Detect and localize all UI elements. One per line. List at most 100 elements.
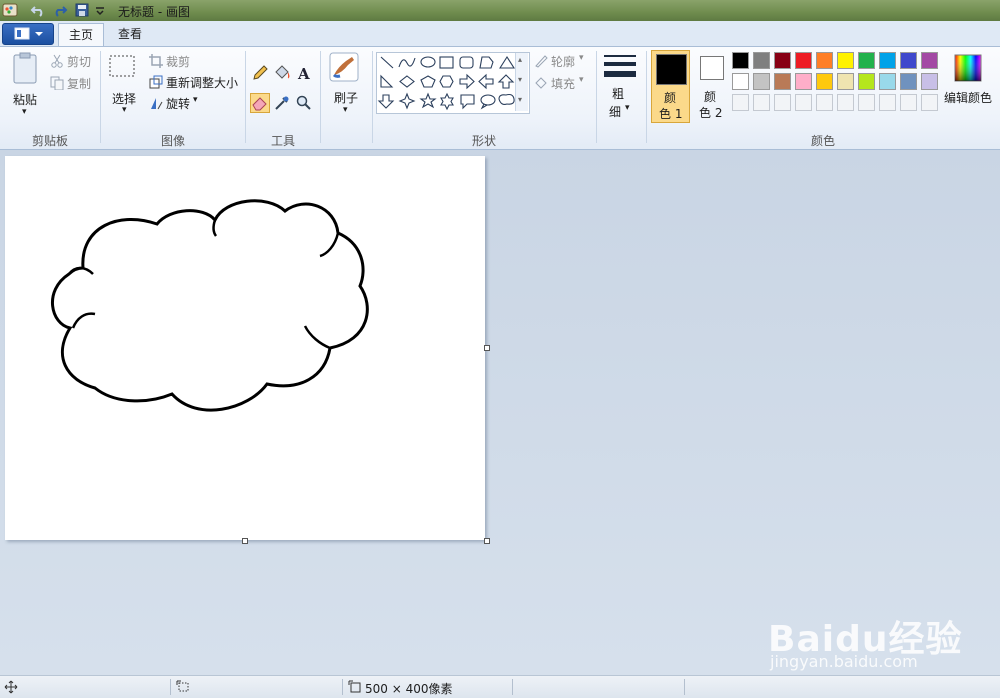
paste-label: 粘贴 xyxy=(13,93,38,107)
palette-empty-swatch[interactable] xyxy=(837,94,854,111)
palette-swatch[interactable] xyxy=(774,52,791,69)
color-palette xyxy=(732,52,944,116)
tab-view[interactable]: 查看 xyxy=(108,23,152,45)
shapes-gallery[interactable] xyxy=(376,52,530,114)
paint-app-icon[interactable] xyxy=(2,2,18,18)
size-button[interactable]: 粗 细 ▾ xyxy=(600,51,642,123)
palette-empty-swatch[interactable] xyxy=(795,94,812,111)
color-spectrum-icon xyxy=(954,54,982,82)
palette-swatch[interactable] xyxy=(837,73,854,90)
palette-swatch[interactable] xyxy=(921,52,938,69)
palette-swatch[interactable] xyxy=(879,52,896,69)
magnifier-tool[interactable] xyxy=(294,93,314,113)
eraser-tool[interactable] xyxy=(250,93,270,113)
eraser-icon xyxy=(252,97,267,111)
palette-swatch[interactable] xyxy=(837,52,854,69)
palette-empty-swatch[interactable] xyxy=(774,94,791,111)
colors-group-label: 颜色 xyxy=(810,134,835,148)
palette-swatch[interactable] xyxy=(900,52,917,69)
brushes-label: 刷子 xyxy=(334,91,359,105)
color-picker-tool[interactable] xyxy=(272,93,292,113)
palette-swatch[interactable] xyxy=(732,73,749,90)
color2-button[interactable]: 颜 色 2 xyxy=(692,50,730,123)
selection-size-icon xyxy=(176,680,189,692)
palette-empty-swatch[interactable] xyxy=(858,94,875,111)
palette-empty-swatch[interactable] xyxy=(921,94,938,111)
chevron-down-icon: ▾ xyxy=(122,105,127,115)
chevron-down-icon: ▾ xyxy=(22,107,27,117)
scroll-down-icon[interactable]: ▾ xyxy=(518,75,522,84)
select-button[interactable]: 选择 ▾ xyxy=(107,53,143,119)
resize-button[interactable]: 重新调整大小 xyxy=(149,74,241,90)
text-tool[interactable]: A xyxy=(294,63,314,83)
resize-handle-right[interactable] xyxy=(484,345,490,351)
palette-empty-swatch[interactable] xyxy=(879,94,896,111)
ribbon: 粘贴 ▾ 剪切 复制 剪贴板 选择 ▾ 裁剪 重新调整大小 旋转 ▾ 图像 A … xyxy=(0,47,1000,150)
crop-button[interactable]: 裁剪 xyxy=(149,53,239,69)
color1-button[interactable]: 颜 色 1 xyxy=(651,50,690,123)
brush-icon xyxy=(329,52,359,82)
ribbon-divider xyxy=(646,51,647,143)
workspace xyxy=(0,150,1000,675)
file-menu-button[interactable] xyxy=(2,23,54,45)
resize-handle-corner[interactable] xyxy=(484,538,490,544)
copy-label: 复制 xyxy=(67,77,92,91)
outline-button[interactable]: 轮廓 ▾ xyxy=(533,53,593,69)
redo-icon[interactable] xyxy=(52,2,68,18)
palette-swatch[interactable] xyxy=(816,73,833,90)
select-rect-icon xyxy=(109,55,135,77)
scroll-up-icon[interactable]: ▴ xyxy=(518,55,522,64)
palette-swatch[interactable] xyxy=(795,73,812,90)
outline-label: 轮廓 xyxy=(551,55,576,69)
ribbon-tab-row: 主页 查看 xyxy=(0,21,1000,47)
drawing-canvas[interactable] xyxy=(5,156,485,540)
color1-swatch xyxy=(656,54,687,85)
fill-tool[interactable] xyxy=(272,63,292,83)
copy-icon xyxy=(50,76,64,90)
fill-bucket-icon xyxy=(535,77,547,89)
cut-button[interactable]: 剪切 xyxy=(50,53,98,69)
clipboard-group: 粘贴 ▾ 剪切 复制 剪贴板 xyxy=(0,47,100,149)
shapes-group: ▴ ▾ ▾ 轮廓 ▾ 填充 ▾ 形状 xyxy=(373,47,595,149)
palette-swatch[interactable] xyxy=(753,73,770,90)
edit-colors-label: 编辑颜色 xyxy=(944,91,993,105)
expand-gallery-icon[interactable]: ▾ xyxy=(518,95,522,104)
palette-empty-swatch[interactable] xyxy=(816,94,833,111)
undo-icon[interactable] xyxy=(30,2,46,18)
cut-label: 剪切 xyxy=(67,55,92,69)
outline-brush-icon xyxy=(535,55,548,68)
edit-colors-button[interactable]: 编辑颜色 xyxy=(944,51,994,121)
palette-swatch[interactable] xyxy=(774,73,791,90)
palette-swatch[interactable] xyxy=(858,52,875,69)
palette-swatch[interactable] xyxy=(879,73,896,90)
palette-swatch[interactable] xyxy=(900,73,917,90)
palette-swatch[interactable] xyxy=(795,52,812,69)
palette-swatch[interactable] xyxy=(921,73,938,90)
palette-empty-swatch[interactable] xyxy=(753,94,770,111)
tab-home[interactable]: 主页 xyxy=(58,23,104,46)
brushes-button[interactable]: 刷子 ▾ xyxy=(326,51,370,121)
palette-swatch[interactable] xyxy=(816,52,833,69)
palette-empty-swatch[interactable] xyxy=(900,94,917,111)
paint-bucket-icon xyxy=(275,65,290,79)
copy-button[interactable]: 复制 xyxy=(50,75,98,91)
save-icon[interactable] xyxy=(74,2,90,18)
tools-group-label: 工具 xyxy=(270,134,295,148)
chevron-down-icon: ▾ xyxy=(625,103,630,113)
palette-empty-swatch[interactable] xyxy=(732,94,749,111)
status-bar: 500 × 400像素 xyxy=(0,675,1000,698)
quick-access-dropdown-icon[interactable] xyxy=(94,2,106,18)
cloud-shape xyxy=(51,199,369,412)
palette-swatch[interactable] xyxy=(858,73,875,90)
pencil-tool[interactable] xyxy=(250,63,270,83)
resize-icon xyxy=(149,75,163,89)
palette-swatch[interactable] xyxy=(732,52,749,69)
rotate-button[interactable]: 旋转 ▾ xyxy=(149,95,209,111)
status-divider xyxy=(684,679,685,695)
palette-swatch[interactable] xyxy=(753,52,770,69)
paste-button[interactable]: 粘贴 ▾ xyxy=(8,51,44,117)
shapes-scrollbar[interactable]: ▴ ▾ ▾ xyxy=(515,53,528,111)
resize-handle-bottom[interactable] xyxy=(242,538,248,544)
fill-button[interactable]: 填充 ▾ xyxy=(533,75,593,91)
crop-label: 裁剪 xyxy=(166,55,191,69)
